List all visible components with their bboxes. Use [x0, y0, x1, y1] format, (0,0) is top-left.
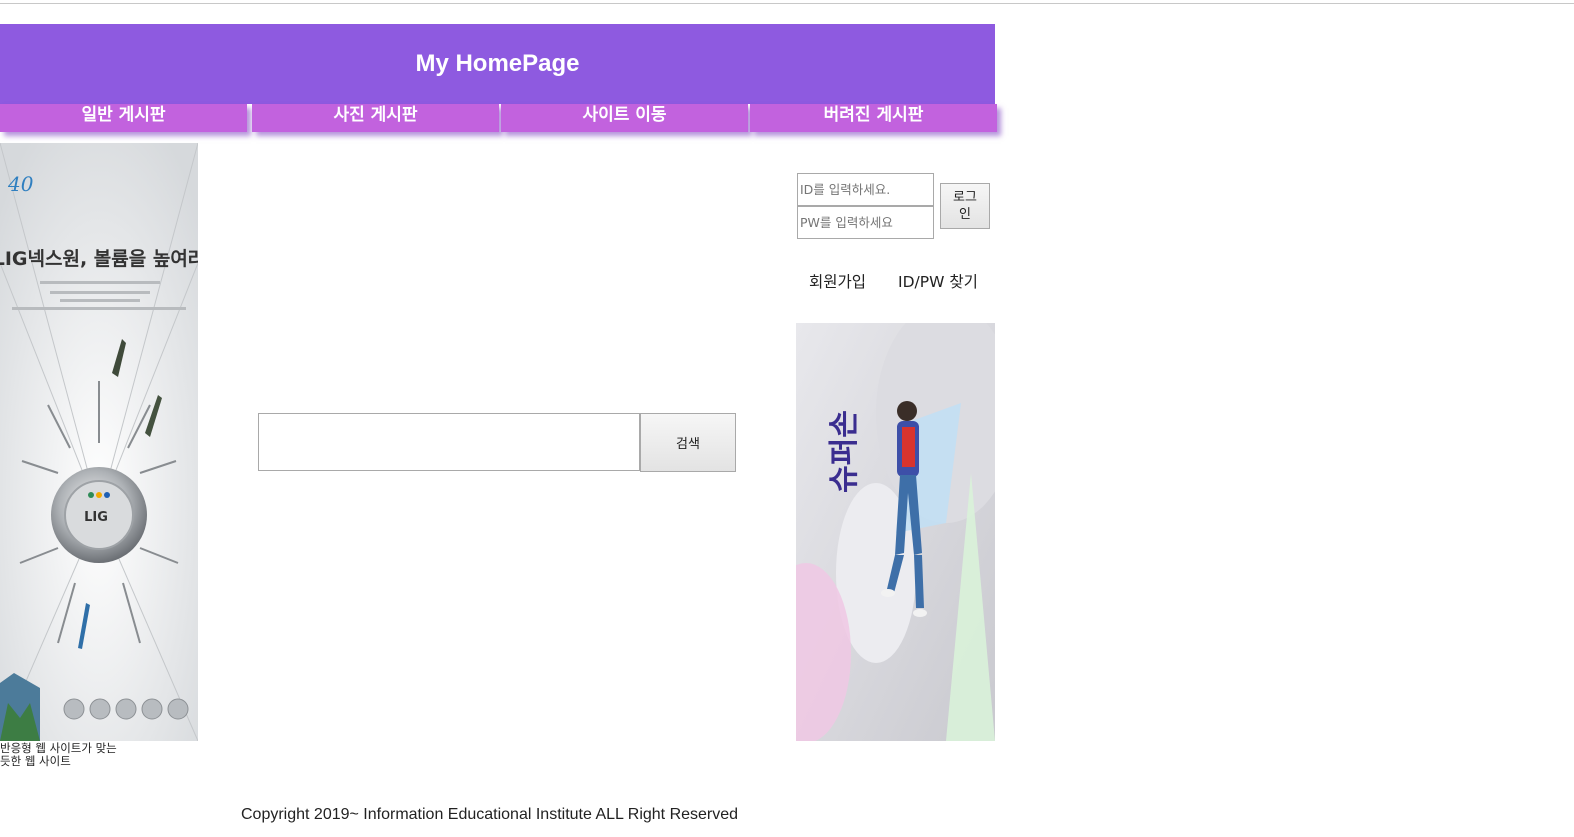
login-button[interactable]: 로그인: [940, 183, 990, 229]
left-ad-image: 40 LIG넥스원, 볼륨을 높여라 LIG: [0, 143, 198, 741]
id-input[interactable]: [797, 173, 934, 206]
left-ad-caption: 반응형 웹 사이트가 맞는 듯한 웹 사이트: [0, 741, 117, 768]
right-ad-banner-text: 슈퍼손: [827, 410, 862, 493]
right-ad-image: 슈퍼손: [796, 323, 995, 741]
nav-general-board[interactable]: 일반 게시판: [0, 104, 247, 132]
nav-photo-board[interactable]: 사진 게시판: [252, 104, 499, 132]
search-button[interactable]: 검색: [640, 413, 736, 472]
nav-abandoned-board[interactable]: 버려진 게시판: [750, 104, 997, 132]
search-input[interactable]: [258, 413, 640, 471]
nav-item-label: 버려진 게시판: [823, 105, 924, 125]
site-header: My HomePage: [0, 24, 995, 104]
nav-site-move[interactable]: 사이트 이동: [501, 104, 748, 132]
top-divider: [0, 3, 1574, 4]
svg-text:40: 40: [7, 172, 34, 196]
main-nav: 일반 게시판 사진 게시판 사이트 이동 버려진 게시판: [0, 104, 997, 132]
find-id-pw-link[interactable]: ID/PW 찾기: [898, 270, 978, 292]
nav-item-label: 일반 게시판: [81, 105, 166, 125]
nav-item-label: 사진 게시판: [333, 105, 418, 125]
pw-input[interactable]: [797, 206, 934, 239]
site-title: My HomePage: [415, 50, 580, 77]
left-ad-headline: LIG넥스원, 볼륨을 높여라: [0, 248, 198, 270]
left-ad-logo: LIG: [84, 510, 108, 525]
right-ad-banner[interactable]: 슈퍼손: [796, 323, 995, 741]
nav-item-label: 사이트 이동: [582, 105, 667, 125]
signup-link[interactable]: 회원가입: [809, 270, 866, 292]
left-ad-banner[interactable]: 40 LIG넥스원, 볼륨을 높여라 LIG: [0, 143, 198, 741]
footer-copyright: Copyright 2019~ Information Educational …: [241, 806, 739, 823]
